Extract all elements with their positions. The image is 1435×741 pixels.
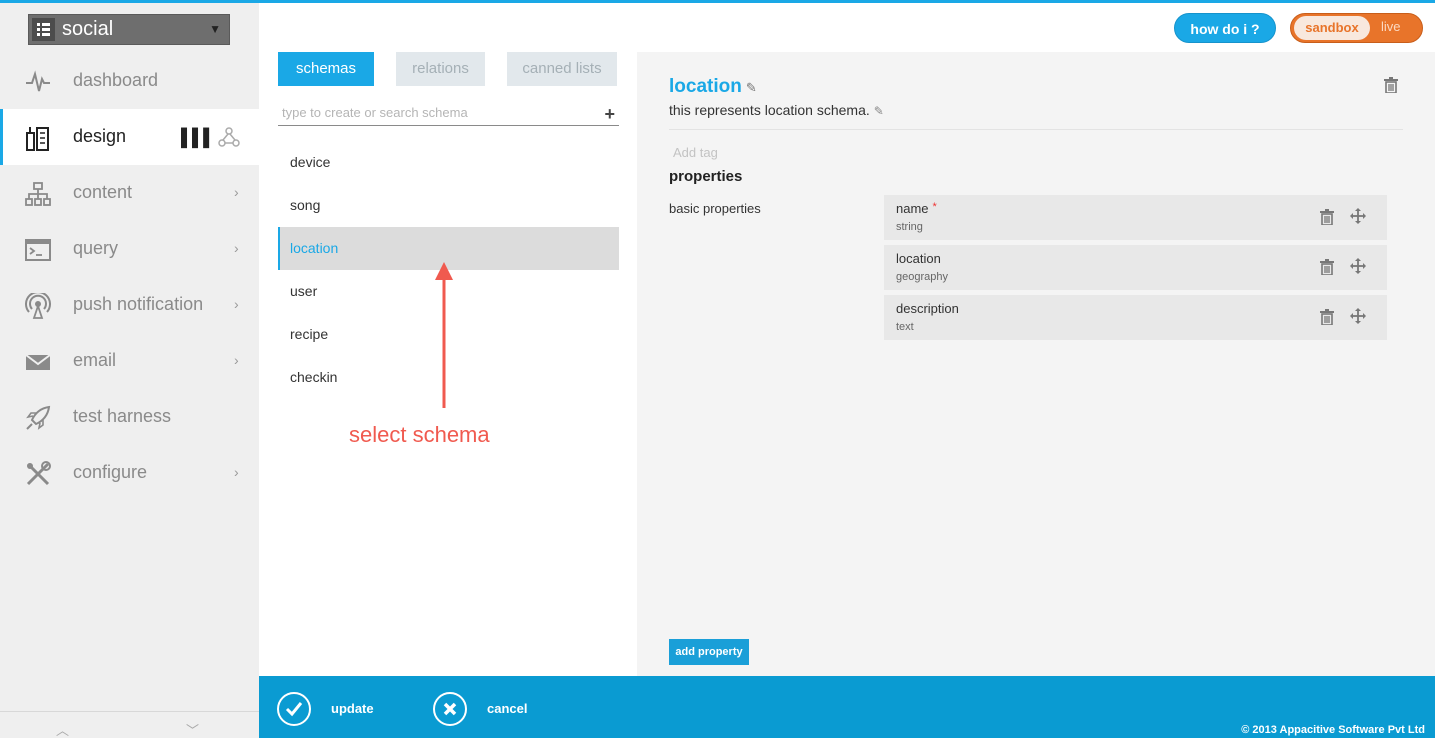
list-item[interactable]: device bbox=[278, 141, 619, 184]
property-type: text bbox=[896, 321, 914, 333]
copyright-text: © 2013 Appacitive Software Pvt Ltd bbox=[1241, 724, 1425, 736]
property-type: string bbox=[896, 221, 923, 233]
sidebar-item-label: test harness bbox=[73, 406, 172, 426]
live-option[interactable]: live bbox=[1381, 19, 1401, 34]
trash-icon[interactable] bbox=[1320, 309, 1334, 325]
property-name: location bbox=[896, 251, 941, 266]
sidebar-item-label: design bbox=[73, 126, 127, 146]
chevron-right-icon: › bbox=[234, 352, 239, 368]
sidebar-item-label: content bbox=[73, 182, 133, 202]
tab-schemas[interactable]: schemas bbox=[278, 52, 374, 86]
trash-icon[interactable] bbox=[1320, 259, 1334, 275]
sidebar-item-design[interactable]: design ▌▌▌ bbox=[0, 109, 259, 165]
property-type: geography bbox=[896, 271, 948, 283]
sidebar-item-configure[interactable]: configure › bbox=[0, 445, 259, 501]
sidebar-item-label: configure bbox=[73, 462, 148, 482]
schema-search: + bbox=[278, 104, 619, 126]
sidebar-item-label: dashboard bbox=[73, 70, 159, 90]
app-selector[interactable]: social ▼ bbox=[28, 14, 230, 45]
tab-relations[interactable]: relations bbox=[396, 52, 485, 86]
sidebar-footer: ︿ ﹀ bbox=[0, 711, 259, 741]
rocket-icon bbox=[26, 405, 51, 430]
sidebar-item-label: query bbox=[73, 238, 119, 258]
sidebar: social ▼ dashboard design ▌▌▌ content › … bbox=[0, 3, 259, 738]
sandbox-option[interactable]: sandbox bbox=[1294, 16, 1370, 40]
sidebar-item-label: email bbox=[73, 350, 117, 370]
annotation-text: select schema bbox=[349, 422, 490, 447]
sitemap-icon bbox=[25, 182, 51, 206]
properties-heading: properties bbox=[669, 168, 743, 185]
chevron-right-icon: › bbox=[234, 240, 239, 256]
terminal-icon bbox=[25, 239, 51, 261]
sidebar-item-email[interactable]: email › bbox=[0, 333, 259, 389]
property-row[interactable]: location geography bbox=[884, 245, 1387, 290]
sidebar-item-content[interactable]: content › bbox=[0, 165, 259, 221]
chevron-right-icon: › bbox=[234, 184, 239, 200]
sidebar-item-test-harness[interactable]: test harness bbox=[0, 389, 259, 445]
add-tag-input[interactable]: Add tag bbox=[673, 145, 718, 160]
sidebar-nav: dashboard design ▌▌▌ content › query › p… bbox=[0, 53, 259, 501]
move-icon[interactable] bbox=[1350, 208, 1366, 224]
move-icon[interactable] bbox=[1350, 258, 1366, 274]
trash-icon[interactable] bbox=[1384, 77, 1398, 93]
chevron-right-icon: › bbox=[234, 464, 239, 480]
add-property-button[interactable]: add property bbox=[669, 639, 749, 665]
annotation-arrow bbox=[435, 262, 453, 408]
tab-canned-lists[interactable]: canned lists bbox=[507, 52, 617, 86]
chevron-down-icon: ▼ bbox=[209, 22, 221, 36]
sidebar-item-dashboard[interactable]: dashboard bbox=[0, 53, 259, 109]
sidebar-item-label: push notification bbox=[73, 294, 204, 314]
pencil-icon[interactable]: ✎ bbox=[874, 104, 884, 118]
columns-icon[interactable]: ▌▌▌ bbox=[181, 128, 215, 148]
schema-search-input[interactable] bbox=[278, 105, 588, 120]
envelope-icon bbox=[25, 354, 51, 370]
relations-icon[interactable] bbox=[218, 126, 240, 148]
bottom-action-bar: update cancel © 2013 Appacitive Software… bbox=[259, 676, 1435, 738]
basic-properties-label: basic properties bbox=[669, 201, 761, 216]
close-icon bbox=[433, 692, 467, 726]
trash-icon[interactable] bbox=[1320, 209, 1334, 225]
property-row[interactable]: name * string bbox=[884, 195, 1387, 240]
how-do-i-button[interactable]: how do i ? bbox=[1174, 13, 1276, 43]
property-row[interactable]: description text bbox=[884, 295, 1387, 340]
divider bbox=[669, 129, 1403, 130]
tools-icon bbox=[26, 461, 51, 486]
grid-icon bbox=[32, 18, 55, 41]
sidebar-item-push-notification[interactable]: push notification › bbox=[0, 277, 259, 333]
property-name: name * bbox=[896, 201, 937, 216]
chevron-up-icon[interactable]: ︿ bbox=[56, 720, 69, 739]
sidebar-item-query[interactable]: query › bbox=[0, 221, 259, 277]
broadcast-icon bbox=[25, 293, 51, 319]
property-name: description bbox=[896, 301, 959, 316]
design-icon bbox=[26, 127, 49, 151]
list-item[interactable]: song bbox=[278, 184, 619, 227]
pulse-icon bbox=[26, 70, 50, 92]
required-marker: * bbox=[932, 201, 937, 213]
check-icon bbox=[277, 692, 311, 726]
chevron-right-icon: › bbox=[234, 296, 239, 312]
chevron-down-icon[interactable]: ﹀ bbox=[186, 720, 199, 739]
move-icon[interactable] bbox=[1350, 308, 1366, 324]
schema-detail-panel: location ✎ this represents location schem… bbox=[637, 52, 1435, 676]
schema-title[interactable]: location ✎ bbox=[669, 76, 757, 98]
plus-icon[interactable]: + bbox=[604, 104, 615, 125]
environment-toggle[interactable]: sandbox live bbox=[1290, 13, 1423, 43]
pencil-icon[interactable]: ✎ bbox=[746, 80, 757, 95]
app-selector-label: social bbox=[62, 18, 114, 40]
schema-description[interactable]: this represents location schema. ✎ bbox=[669, 102, 884, 118]
